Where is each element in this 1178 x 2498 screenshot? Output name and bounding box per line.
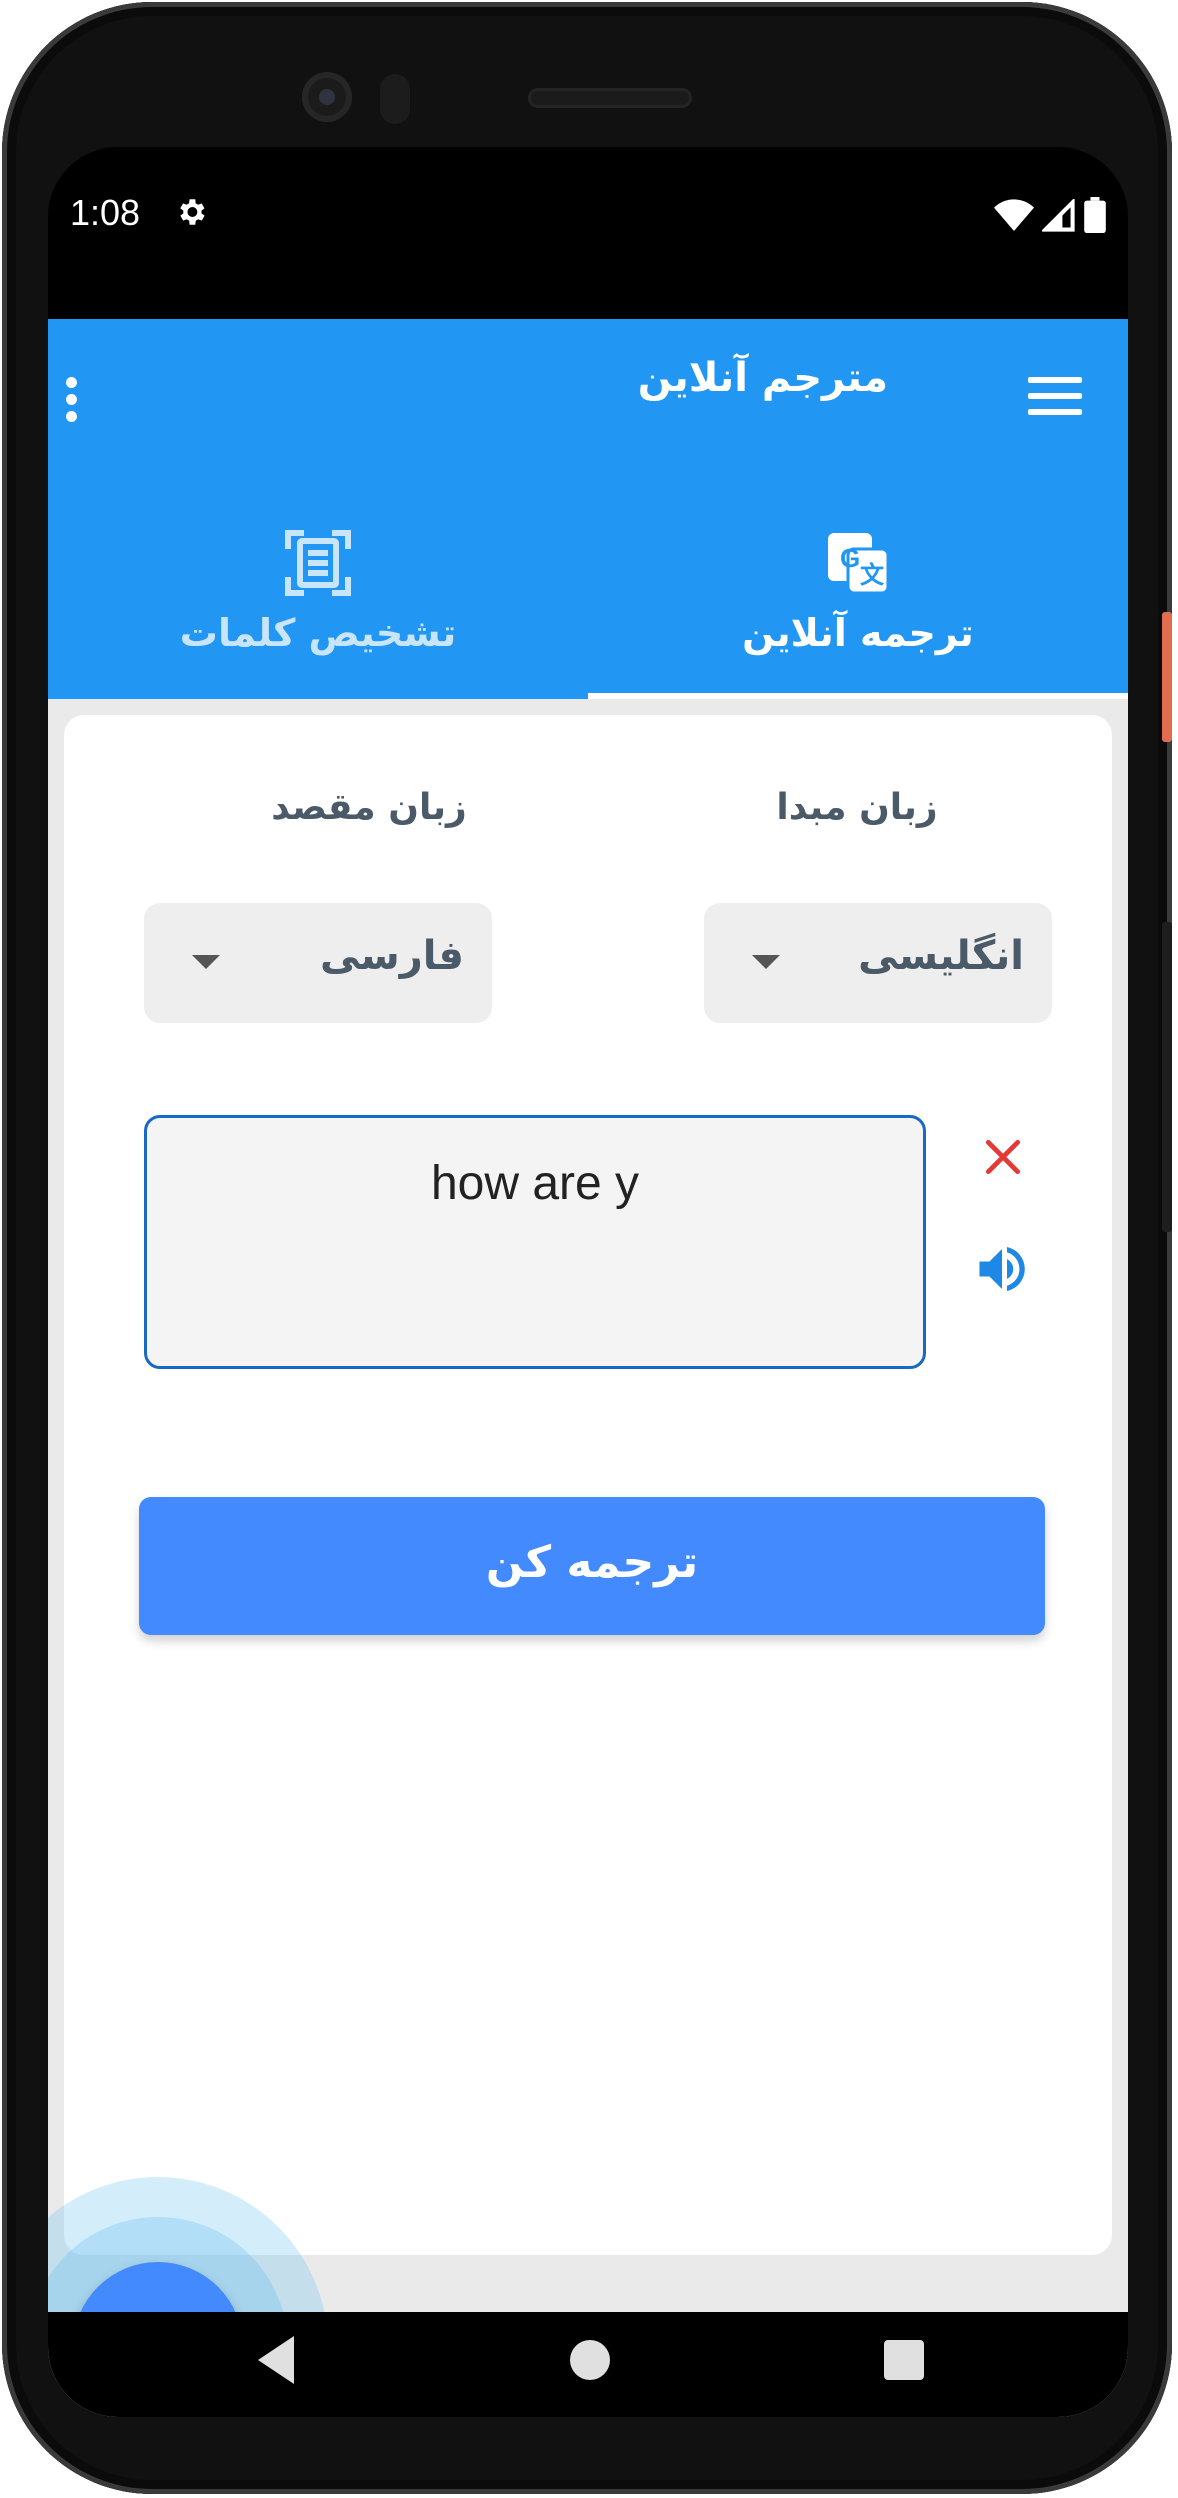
main-content: زبان مبدا زبان مقصد انگلیسی فارسی how ar…: [48, 699, 1128, 2417]
source-language-value: انگلیسی: [858, 933, 1024, 979]
chevron-down-icon: [752, 955, 780, 969]
wifi-icon: [994, 199, 1034, 231]
tab-label-word-recognition: تشخیص کلمات: [179, 611, 457, 655]
svg-text:G: G: [840, 543, 860, 573]
source-language-dropdown[interactable]: انگلیسی: [704, 903, 1052, 1023]
app-title: مترجم آنلاین: [637, 355, 888, 401]
recent-apps-icon[interactable]: [884, 2340, 924, 2380]
svg-text:文: 文: [860, 561, 885, 589]
source-language-label: زبان مبدا: [776, 787, 938, 828]
back-icon[interactable]: [254, 2332, 298, 2392]
target-language-label: زبان مقصد: [271, 787, 467, 828]
system-icons: [994, 197, 1106, 233]
front-camera: [302, 72, 352, 122]
close-icon[interactable]: [981, 1135, 1025, 1183]
status-time: 1:08: [70, 192, 141, 233]
status-bar: 1:08: [48, 147, 1128, 319]
chevron-down-icon: [192, 955, 220, 969]
tab-word-recognition[interactable]: تشخیص کلمات: [48, 519, 588, 699]
source-text-input[interactable]: how are y: [144, 1115, 926, 1369]
volume-button: [1162, 922, 1172, 1232]
battery-icon: [1084, 197, 1106, 233]
phone-frame: 1:08 مترجم آنلاین تشخیص کلمات G 文 ترجمه …: [2, 2, 1172, 2494]
earpiece-speaker: [528, 88, 692, 108]
volume-icon[interactable]: [972, 1239, 1032, 1303]
home-icon[interactable]: [570, 2340, 610, 2380]
target-language-value: فارسی: [319, 933, 464, 979]
target-language-dropdown[interactable]: فارسی: [144, 903, 492, 1023]
settings-icon: [174, 195, 208, 233]
tab-online-translate[interactable]: G 文 ترجمه آنلاین: [588, 519, 1128, 699]
translate-button[interactable]: ترجمه کن: [139, 1497, 1045, 1635]
document-scan-icon: [284, 529, 352, 601]
power-button: [1162, 612, 1172, 742]
google-translate-icon: G 文: [824, 529, 892, 601]
translator-card: زبان مبدا زبان مقصد انگلیسی فارسی how ar…: [64, 715, 1112, 2255]
more-vertical-icon[interactable]: [66, 377, 78, 428]
screen: 1:08 مترجم آنلاین تشخیص کلمات G 文 ترجمه …: [48, 147, 1128, 2417]
hamburger-icon[interactable]: [1028, 377, 1082, 425]
tab-bar: تشخیص کلمات G 文 ترجمه آنلاین: [48, 519, 1128, 699]
app-bar: مترجم آنلاین: [48, 319, 1128, 519]
proximity-sensor: [380, 74, 410, 124]
tab-label-online-translate: ترجمه آنلاین: [742, 611, 974, 655]
navigation-bar: [48, 2312, 1128, 2417]
signal-icon: [1042, 199, 1075, 232]
